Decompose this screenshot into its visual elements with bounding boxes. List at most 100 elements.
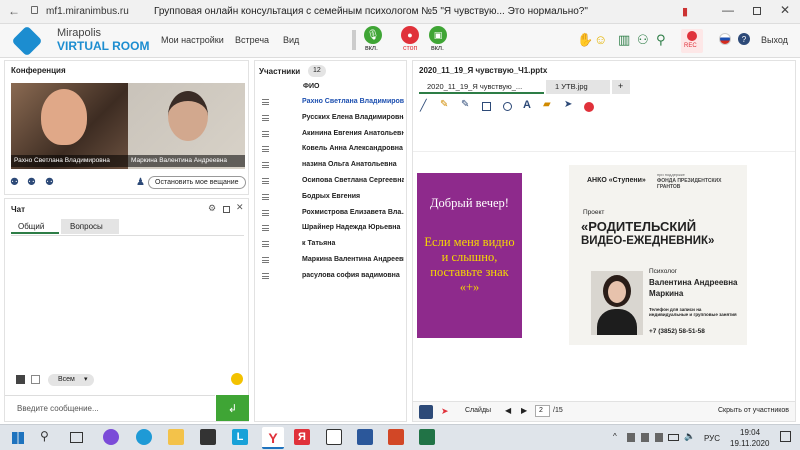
app-l-icon[interactable]: L xyxy=(232,429,248,445)
powerpoint-icon[interactable] xyxy=(388,429,404,445)
layout-icon[interactable]: ⚉ xyxy=(10,177,19,188)
page-input[interactable]: 2 xyxy=(535,405,550,417)
draw-mode-icon[interactable] xyxy=(419,405,433,419)
tray-icon-1[interactable] xyxy=(627,433,635,442)
minimize-icon[interactable]: — xyxy=(722,3,734,17)
drag-handle-icon[interactable] xyxy=(262,225,269,232)
drag-handle-icon[interactable] xyxy=(262,114,269,121)
clock-date[interactable]: 19.11.2020 xyxy=(730,439,769,448)
drag-handle-icon[interactable] xyxy=(262,178,269,184)
camera-button[interactable]: ▣ xyxy=(429,26,447,44)
drag-handle-icon[interactable] xyxy=(262,193,269,200)
volume-icon[interactable]: 🔈 xyxy=(684,431,695,442)
slides-label[interactable]: Слайды xyxy=(465,407,491,414)
menu-my-settings[interactable]: Мои настройки xyxy=(161,35,224,45)
pointer-icon[interactable]: ➤ xyxy=(564,99,572,110)
clock-time[interactable]: 19:04 xyxy=(740,428,760,437)
drag-handle-icon[interactable] xyxy=(262,209,269,216)
participant-row[interactable]: Рохмистрова Елизавета Вла... xyxy=(258,207,404,221)
drag-handle-icon[interactable] xyxy=(262,99,269,105)
participant-row[interactable]: Ковель Анна Александровна xyxy=(258,143,404,157)
highlighter-icon[interactable]: ▰ xyxy=(543,99,551,110)
prev-slide-icon[interactable]: ◀ xyxy=(505,406,511,415)
participant-row[interactable]: назина Ольга Анатольевна xyxy=(258,159,404,173)
slider-icon[interactable] xyxy=(352,30,356,50)
emoji-icon[interactable]: ☺ xyxy=(594,32,607,47)
color-square-icon[interactable] xyxy=(16,375,25,384)
circle-icon[interactable] xyxy=(503,102,512,111)
tab-pptx[interactable]: 2020_11_19_Я чувствую_... xyxy=(419,80,544,94)
battery-icon[interactable] xyxy=(668,434,679,441)
bookmark-icon[interactable]: ▮ xyxy=(682,5,688,18)
lock-icon[interactable] xyxy=(31,6,38,14)
video-tile-1[interactable]: Рахно Светлана Владимировна xyxy=(11,83,128,169)
flag-ru-icon[interactable] xyxy=(719,33,731,45)
help-icon[interactable]: ? xyxy=(738,33,750,45)
file-explorer-icon[interactable] xyxy=(168,429,184,445)
menu-meeting[interactable]: Встреча xyxy=(235,35,269,45)
back-icon[interactable]: ← xyxy=(8,4,20,18)
chat-close-icon[interactable]: ✕ xyxy=(236,202,244,213)
exit-button[interactable]: Выход xyxy=(761,35,788,45)
clear-icon[interactable] xyxy=(584,102,594,112)
tab-general[interactable]: Общий xyxy=(11,219,59,234)
store-icon[interactable] xyxy=(200,429,216,445)
drag-handle-icon[interactable] xyxy=(262,146,269,153)
stats-icon[interactable]: ▥ xyxy=(618,32,630,48)
word-icon[interactable] xyxy=(357,429,373,445)
participant-row[interactable]: Бодрых Евгения xyxy=(258,191,404,205)
stop-record-button[interactable]: ● xyxy=(401,26,419,44)
tab-jpg[interactable]: 1 УТВ.jpg xyxy=(546,80,610,94)
task-view-icon[interactable] xyxy=(70,432,83,443)
close-icon[interactable]: ✕ xyxy=(780,3,790,17)
participant-row[interactable]: расулова софия вадимовна xyxy=(258,270,404,284)
mail-icon[interactable] xyxy=(326,429,342,445)
mic-button[interactable]: 🎙 xyxy=(364,26,382,44)
text-icon[interactable]: A xyxy=(523,99,531,111)
tray-chevron-icon[interactable]: ^ xyxy=(613,432,617,441)
excel-icon[interactable] xyxy=(419,429,435,445)
smiley-icon[interactable] xyxy=(231,373,243,385)
raise-hand-icon[interactable]: ✋ xyxy=(577,32,593,48)
drag-handle-icon[interactable] xyxy=(262,257,269,263)
participant-row[interactable]: Акинина Евгения Анатольевна xyxy=(258,128,404,142)
layout3-icon[interactable]: ⚉ xyxy=(45,177,54,188)
participant-row[interactable]: Русских Елена Владимировна xyxy=(258,112,404,126)
pen-icon[interactable]: ✎ xyxy=(440,99,448,110)
participant-row[interactable]: к Татьяна xyxy=(258,238,404,252)
rectangle-icon[interactable] xyxy=(482,102,491,111)
participant-row[interactable]: Шрайнер Надежда Юрьевна xyxy=(258,222,404,236)
message-input[interactable]: Введите сообщение... xyxy=(5,395,215,421)
search-icon[interactable]: ⚲ xyxy=(40,429,49,443)
drag-handle-icon[interactable] xyxy=(262,272,269,279)
layout2-icon[interactable]: ⚉ xyxy=(27,177,36,188)
restore-icon[interactable] xyxy=(753,7,761,15)
drag-handle-icon[interactable] xyxy=(262,162,269,169)
participant-row[interactable]: Маркина Валентина Андреевн xyxy=(258,254,404,268)
pin-icon[interactable]: ⚲ xyxy=(656,32,666,48)
drag-handle-icon[interactable] xyxy=(262,130,269,137)
send-button[interactable]: ↲ xyxy=(216,395,249,421)
tray-icon-2[interactable] xyxy=(641,433,649,442)
yandex-icon[interactable]: Я xyxy=(294,429,310,445)
recipient-select[interactable]: Всем ▾ xyxy=(48,374,94,386)
menu-view[interactable]: Вид xyxy=(283,35,299,45)
notifications-icon[interactable] xyxy=(780,431,791,442)
marker-icon[interactable]: ✎ xyxy=(461,99,469,110)
settings-icon[interactable]: ⚙ xyxy=(208,203,216,214)
add-tab-button[interactable]: + xyxy=(612,80,630,94)
participant-row[interactable]: Рахно Светлана Владимировна xyxy=(258,96,404,110)
alice-icon[interactable] xyxy=(103,429,119,445)
stop-broadcast-button[interactable]: Остановить мое вещание xyxy=(148,176,246,189)
color-square2-icon[interactable] xyxy=(31,375,40,384)
tray-icon-3[interactable] xyxy=(655,433,663,442)
cursor-icon[interactable]: ➤ xyxy=(441,406,449,417)
edge-icon[interactable] xyxy=(136,429,152,445)
language-indicator[interactable]: РУС xyxy=(704,434,720,443)
participant-row[interactable]: Осипова Светлана Сергеевна xyxy=(258,175,404,189)
pencil-icon[interactable]: ╱ xyxy=(420,99,427,112)
hide-from-participants[interactable]: Скрыть от участников xyxy=(718,407,789,414)
yandex-browser-icon[interactable]: Y xyxy=(262,427,284,449)
tab-questions[interactable]: Вопросы xyxy=(61,219,119,234)
users-icon[interactable]: ⚇ xyxy=(637,32,649,48)
